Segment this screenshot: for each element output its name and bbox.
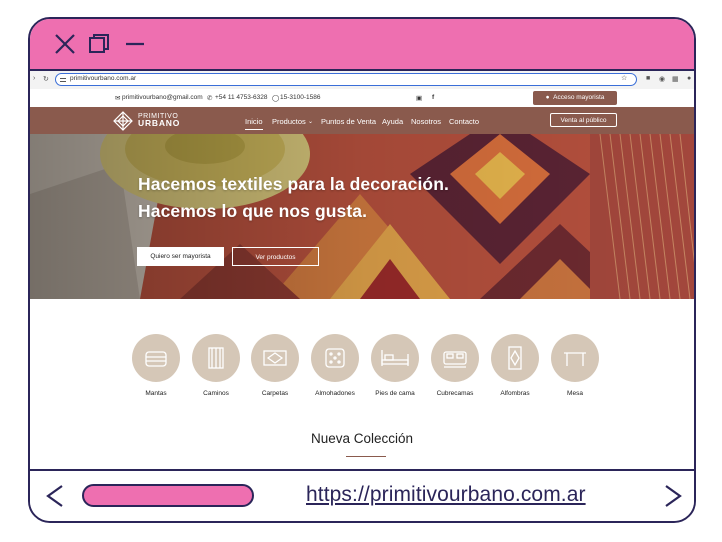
- blanket-icon: [132, 334, 180, 382]
- category-carpetas[interactable]: Carpetas: [245, 334, 305, 397]
- address-bar[interactable]: primitivourbano.com.ar ☆: [55, 73, 637, 86]
- nav-productos[interactable]: Productos: [272, 117, 306, 126]
- category-label: Mantas: [145, 390, 167, 397]
- category-label: Almohadones: [315, 390, 355, 397]
- table-icon: [551, 334, 599, 382]
- nav-ayuda[interactable]: Ayuda: [382, 117, 403, 126]
- app-window: › ↻ primitivourbano.com.ar ☆ ■ ◉ ▦ ● ✉ p…: [28, 17, 696, 523]
- hero-heading-line2: Hacemos lo que nos gusta.: [138, 201, 368, 221]
- quiero-ser-mayorista-button[interactable]: Quiero ser mayorista: [137, 247, 224, 266]
- ver-productos-button[interactable]: Ver productos: [232, 247, 319, 266]
- brand-logo-icon[interactable]: [113, 111, 133, 131]
- category-cubrecamas[interactable]: Cubrecamas: [425, 334, 485, 397]
- facebook-icon[interactable]: f: [432, 94, 434, 101]
- main-navbar: PRIMITIVO URBANO Inicio Productos ⌄ Punt…: [30, 107, 694, 134]
- camera-icon[interactable]: ◉: [659, 75, 665, 83]
- access-mayorista-button[interactable]: ● Acceso mayorista: [533, 91, 617, 105]
- category-pies-de-cama[interactable]: Pies de cama: [365, 334, 425, 397]
- brand-logo[interactable]: PRIMITIVO URBANO: [138, 113, 180, 128]
- minimize-icon[interactable]: [124, 33, 146, 55]
- rug-icon: [491, 334, 539, 382]
- bedspread-icon: [431, 334, 479, 382]
- site-settings-icon[interactable]: [59, 76, 67, 84]
- extension-icon[interactable]: ■: [646, 75, 650, 82]
- hero-heading-line1: Hacemos textiles para la decoración.: [138, 174, 449, 194]
- category-caminos[interactable]: Caminos: [186, 334, 246, 397]
- pink-pill-field[interactable]: [82, 484, 254, 507]
- reload-icon[interactable]: ↻: [43, 75, 49, 83]
- logo-line2: URBANO: [138, 118, 181, 128]
- venta-publico-button[interactable]: Venta al público: [550, 113, 617, 127]
- window-titlebar: [30, 19, 694, 71]
- contact-whatsapp[interactable]: 15-3100-1586: [280, 94, 320, 101]
- whatsapp-icon: ◯: [272, 95, 280, 102]
- section-divider: [346, 456, 386, 457]
- category-label: Pies de cama: [375, 390, 415, 397]
- bed-foot-icon: [371, 334, 419, 382]
- category-mantas[interactable]: Mantas: [126, 334, 186, 397]
- category-mesa[interactable]: Mesa: [545, 334, 605, 397]
- puzzle-icon[interactable]: ▦: [672, 75, 679, 83]
- browser-toolbar: › ↻ primitivourbano.com.ar ☆ ■ ◉ ▦ ●: [30, 71, 694, 90]
- hero-banner: Hacemos textiles para la decoración. Hac…: [30, 134, 694, 299]
- category-label: Caminos: [203, 390, 229, 397]
- category-section: Mantas Caminos Carpetas Almohadones Pies…: [30, 299, 694, 471]
- browser-viewport: › ↻ primitivourbano.com.ar ☆ ■ ◉ ▦ ● ✉ p…: [30, 71, 694, 471]
- category-almohadones[interactable]: Almohadones: [305, 334, 365, 397]
- nav-contacto[interactable]: Contacto: [449, 117, 479, 126]
- nav-inicio[interactable]: Inicio: [245, 117, 263, 130]
- nav-nosotros[interactable]: Nosotros: [411, 117, 441, 126]
- category-label: Carpetas: [261, 390, 289, 397]
- close-icon[interactable]: [54, 33, 76, 55]
- category-alfombras[interactable]: Alfombras: [485, 334, 545, 397]
- contact-email[interactable]: primitivourbano@gmail.com: [122, 94, 203, 101]
- cushion-icon: [311, 334, 359, 382]
- category-label: Alfombras: [500, 390, 530, 397]
- back-arrow-icon[interactable]: ›: [33, 75, 35, 82]
- section-title: Nueva Colección: [310, 431, 414, 446]
- address-text: primitivourbano.com.ar: [70, 75, 137, 82]
- instagram-icon[interactable]: ▣: [416, 94, 422, 102]
- chevron-down-icon[interactable]: ⌄: [308, 118, 313, 125]
- restore-icon[interactable]: [88, 33, 110, 55]
- placemat-icon: [251, 334, 299, 382]
- profile-icon[interactable]: ●: [687, 75, 691, 82]
- user-icon: ●: [545, 94, 550, 101]
- back-chevron-icon[interactable]: [44, 483, 66, 509]
- bookmark-star-icon[interactable]: ☆: [621, 74, 627, 82]
- nav-puntos-de-venta[interactable]: Puntos de Venta: [321, 117, 376, 126]
- runner-icon: [192, 334, 240, 382]
- access-mayorista-label: Acceso mayorista: [553, 94, 605, 101]
- category-label: Cubrecamas: [436, 390, 474, 397]
- contact-phone[interactable]: +54 11 4753-6328: [215, 94, 267, 101]
- email-icon: ✉: [115, 95, 121, 102]
- phone-icon: ✆: [207, 95, 213, 102]
- window-bottombar: https://primitivourbano.com.ar: [30, 469, 694, 521]
- forward-chevron-icon[interactable]: [662, 483, 684, 509]
- category-label: Mesa: [567, 390, 583, 397]
- page-url-link[interactable]: https://primitivourbano.com.ar: [306, 483, 586, 507]
